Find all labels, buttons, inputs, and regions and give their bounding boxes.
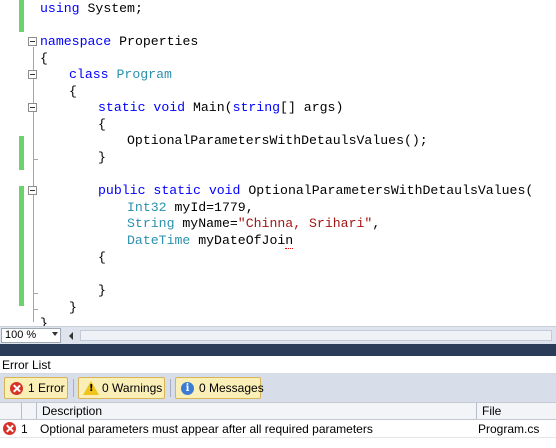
code-line-param-name[interactable]: String myName="Chinna, Srihari", (127, 216, 380, 232)
code-token: System; (79, 1, 143, 16)
type-token: Int32 (127, 200, 167, 215)
scroll-left-arrow-icon[interactable] (66, 329, 77, 342)
error-list-toolbar: 1 Error ! 0 Warnings i 0 Messages (0, 374, 556, 402)
collapse-class-toggle[interactable] (28, 70, 37, 79)
horizontal-scrollbar[interactable] (80, 330, 552, 341)
code-line-brace[interactable]: { (69, 84, 77, 100)
code-line-namespace[interactable]: namespace Properties (40, 34, 198, 50)
error-icon (3, 422, 16, 435)
change-bar (19, 136, 24, 170)
column-header-description[interactable]: Description (42, 403, 102, 419)
errors-filter-label: 1 Error (28, 381, 65, 395)
code-line-method-signature[interactable]: public static void OptionalParametersWit… (98, 183, 533, 199)
code-line-brace[interactable]: } (40, 316, 48, 326)
collapse-namespace-toggle[interactable] (28, 37, 37, 46)
warnings-filter-button[interactable]: ! 0 Warnings (78, 377, 165, 399)
code-line-param-id[interactable]: Int32 myId=1779, (127, 200, 254, 216)
error-description: Optional parameters must appear after al… (40, 422, 373, 436)
type-token: Program (116, 67, 172, 82)
code-token: } (40, 316, 48, 326)
code-token: OptionalParametersWithDetaulsValues( (248, 183, 534, 198)
toolbar-separator (73, 379, 74, 397)
code-token: [] args) (280, 100, 344, 115)
string-token: "Chinna, Srihari" (237, 216, 373, 231)
keyword-token: void (153, 100, 186, 115)
type-token: String (127, 216, 175, 231)
error-icon (10, 382, 23, 395)
keyword-token: void (208, 183, 241, 198)
code-token: } (98, 283, 106, 298)
code-token: OptionalParametersWithDetaulsValues(); (127, 133, 428, 148)
column-separator (476, 403, 477, 419)
code-token: { (98, 250, 106, 265)
indicator-margin (0, 0, 18, 326)
code-token: } (98, 150, 106, 165)
code-line-main-signature[interactable]: static void Main(string[] args) (98, 100, 343, 116)
code-token: , (372, 216, 381, 231)
outline-end-tick (33, 293, 38, 294)
code-line-using[interactable]: using System; (40, 1, 143, 17)
code-token: Main( (192, 100, 233, 115)
error-list-header: Description File (0, 402, 556, 420)
errors-filter-button[interactable]: 1 Error (4, 377, 68, 399)
editor-bottom-bar: 100 % (0, 326, 556, 344)
messages-filter-button[interactable]: i 0 Messages (175, 377, 264, 399)
code-token: { (98, 117, 106, 132)
collapse-main-toggle[interactable] (28, 103, 37, 112)
keyword-token: static (98, 100, 146, 115)
code-line-param-date[interactable]: DateTime myDateOfJoin (127, 233, 294, 249)
type-token: DateTime (127, 233, 191, 248)
code-token: { (40, 51, 48, 66)
code-token: myDateOfJoi (190, 233, 286, 248)
table-row[interactable]: 1 Optional parameters must appear after … (0, 420, 556, 438)
error-list-title: Error List (0, 356, 556, 374)
change-bar (19, 186, 24, 306)
chevron-down-icon (52, 332, 58, 336)
code-token: } (69, 300, 77, 315)
code-line-brace[interactable]: { (40, 51, 48, 67)
info-icon: i (181, 382, 194, 395)
code-token: myId=1779, (166, 200, 254, 215)
code-token: { (69, 84, 77, 99)
toolbar-separator (170, 379, 171, 397)
error-squiggle: n (285, 233, 294, 249)
code-line-method-call[interactable]: OptionalParametersWithDetaulsValues(); (127, 133, 428, 149)
keyword-token: string (232, 100, 281, 115)
zoom-value: 100 % (5, 329, 37, 341)
keyword-token: public (98, 183, 146, 198)
outline-end-tick (33, 309, 38, 310)
messages-filter-label: 0 Messages (199, 381, 264, 395)
keyword-token: class (69, 67, 109, 82)
panel-splitter[interactable] (0, 344, 556, 356)
code-editor[interactable]: using System; namespace Properties { cla… (0, 0, 556, 326)
keyword-token: using (40, 1, 80, 16)
code-line-class[interactable]: class Program (69, 67, 172, 83)
column-header-file[interactable]: File (482, 403, 501, 419)
outline-end-tick (33, 159, 38, 160)
column-separator (36, 403, 37, 419)
code-token: Properties (111, 34, 199, 49)
code-line-brace[interactable]: } (98, 150, 106, 166)
code-token: myName= (174, 216, 238, 231)
warnings-filter-label: 0 Warnings (102, 381, 163, 395)
keyword-token: namespace (40, 34, 112, 49)
collapse-method-toggle[interactable] (28, 186, 37, 195)
zoom-dropdown[interactable]: 100 % (1, 328, 61, 343)
code-line-brace[interactable]: } (69, 300, 77, 316)
keyword-token: static (153, 183, 201, 198)
code-line-brace[interactable]: { (98, 117, 106, 133)
code-line-brace[interactable]: { (98, 250, 106, 266)
warning-icon: ! (83, 381, 99, 395)
change-bar (19, 0, 24, 32)
column-separator (21, 403, 22, 419)
error-file: Program.cs (478, 422, 540, 436)
code-line-brace[interactable]: } (98, 283, 106, 299)
outline-guide (33, 47, 34, 322)
error-index: 1 (21, 422, 28, 436)
